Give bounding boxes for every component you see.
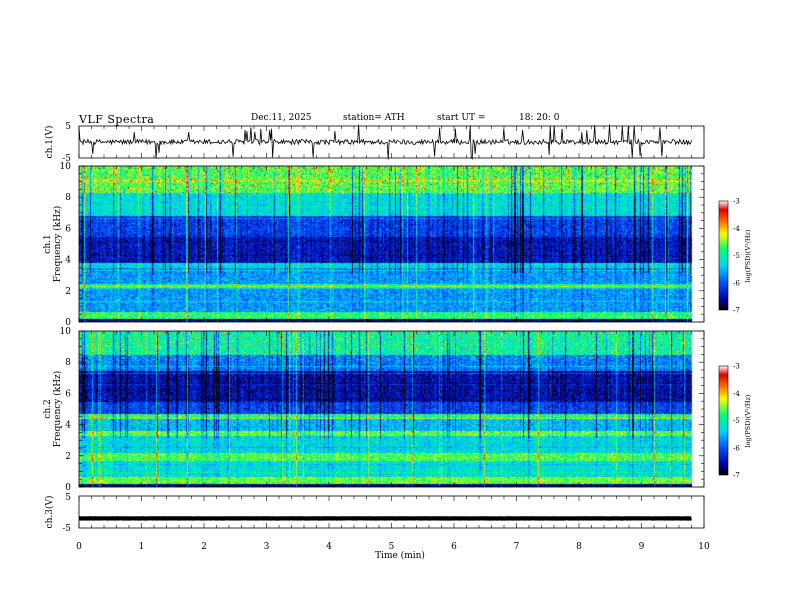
freq-tick-label: 4: [65, 256, 71, 266]
time-tick-label: 10: [698, 542, 710, 552]
ch1-spectrogram-ylabel: Frequency (kHz): [52, 206, 63, 283]
time-tick-label: 1: [139, 542, 145, 552]
ch1-waveform-trace: [78, 124, 692, 160]
freq-tick-label: 6: [65, 224, 71, 234]
ch1-colorbar-tick-labels: -3 -4 -5 -6 -7: [733, 198, 740, 315]
colorbar-tick-label: -4: [733, 390, 740, 398]
ch1-spectrogram-channel-label: ch.1: [43, 234, 53, 253]
vlf-spectra-figure: 5 -5 ch.1(V) 0246810 ch.1 Frequency (kHz…: [43, 122, 752, 561]
colorbar-tick-label: -6: [733, 279, 740, 287]
time-tick-label: 2: [201, 542, 207, 552]
freq-tick-label: 2: [65, 287, 71, 297]
ch2-colorbar-gradient: [718, 365, 729, 476]
colorbar-tick-label: -3: [733, 363, 740, 371]
ch1-spectrogram-panel: 0246810 ch.1 Frequency (kHz): [43, 162, 705, 328]
time-tick-label: 8: [576, 542, 582, 552]
colorbar-tick-label: -5: [733, 417, 740, 425]
colorbar-tick-label: -3: [733, 198, 740, 206]
time-tick-label: 4: [326, 542, 332, 552]
ch2-spectrogram-panel: 0 2 4 6 8 10 ch.2 Frequency (kHz): [43, 327, 705, 493]
freq-tick-label: 8: [65, 358, 71, 368]
colorbar-tick-label: -5: [733, 252, 740, 260]
colorbar-tick-label: -4: [733, 225, 740, 233]
ch1-colorbar-gradient: [718, 200, 729, 311]
ch1-colorbar-label: log(PSD)(V²/Hz): [744, 229, 752, 282]
time-axis-label: Time (min): [375, 550, 425, 561]
freq-tick-label: 0: [65, 483, 71, 493]
ch2-colorbar-tick-labels: -3 -4 -5 -6 -7: [733, 363, 740, 480]
freq-tick-label: 2: [65, 452, 71, 462]
ch2-colorbar: -3 -4 -5 -6 -7 log(PSD)(V²/Hz): [718, 363, 752, 480]
freq-tick-label: 10: [60, 162, 72, 172]
ch2-spectrogram-channel-label: ch.2: [43, 399, 53, 418]
ch2-spectrogram-image: [79, 331, 704, 487]
ch1-waveform-ylabel: ch.1(V): [44, 126, 55, 159]
time-tick-label: 0: [76, 542, 82, 552]
ch3-ytick-bottom: -5: [62, 524, 71, 534]
ch2-spectrogram-ylabel: Frequency (kHz): [52, 371, 63, 448]
time-tick-label: 3: [264, 542, 270, 552]
freq-tick-label: 4: [65, 421, 71, 431]
time-tick-label: 7: [514, 542, 520, 552]
colorbar-tick-label: -7: [733, 472, 740, 480]
ch2-colorbar-label: log(PSD)(V²/Hz): [744, 394, 752, 447]
ch3-waveform-panel: 5 -5 ch.3(V) 0 1 2 3 4 5 6 7 8 9 10 Time (min): [44, 493, 710, 561]
ch3-waveform-ticks: [78, 496, 705, 528]
freq-tick-label: 10: [60, 327, 72, 337]
freq-tick-label: 6: [65, 389, 71, 399]
ch3-waveform-ylabel: ch.3(V): [44, 496, 55, 529]
time-tick-label: 9: [639, 542, 645, 552]
ch1-spectrogram-image: [79, 166, 704, 322]
ch1-ytick-top: 5: [65, 122, 71, 132]
ch1-colorbar: -3 -4 -5 -6 -7 log(PSD)(V²/Hz): [718, 198, 752, 315]
freq-tick-label: 8: [65, 193, 71, 203]
ch3-ytick-top: 5: [65, 493, 71, 503]
colorbar-tick-label: -7: [733, 307, 740, 315]
time-tick-label: 6: [451, 542, 457, 552]
colorbar-tick-label: -6: [733, 444, 740, 452]
ch1-waveform-panel: 5 -5 ch.1(V): [44, 122, 705, 164]
